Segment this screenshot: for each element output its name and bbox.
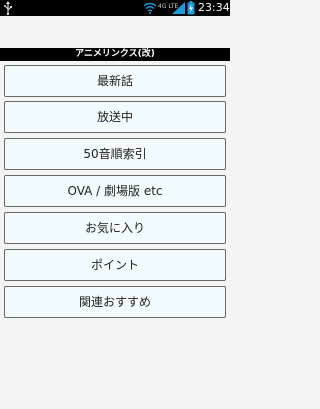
menu-button-gojuon-index[interactable]: 50音順索引 [4, 138, 226, 170]
menu-button-ova-movies[interactable]: OVA / 劇場版 etc [4, 175, 226, 207]
status-clock: 23:34 [198, 1, 230, 14]
menu-button-now-airing[interactable]: 放送中 [4, 101, 226, 133]
app-title: アニメリンクス(改) [0, 48, 230, 61]
wifi-icon [143, 2, 157, 14]
menu-button-recommendations[interactable]: 関連おすすめ [4, 286, 226, 318]
status-bar: 4G LTE 23:34 [0, 0, 230, 16]
usb-icon [4, 1, 12, 15]
menu-button-latest-episodes[interactable]: 最新話 [4, 65, 226, 97]
menu-button-favorites[interactable]: お気に入り [4, 212, 226, 244]
signal-icon [172, 2, 185, 14]
menu-button-points[interactable]: ポイント [4, 249, 226, 281]
battery-charging-icon [187, 1, 195, 15]
